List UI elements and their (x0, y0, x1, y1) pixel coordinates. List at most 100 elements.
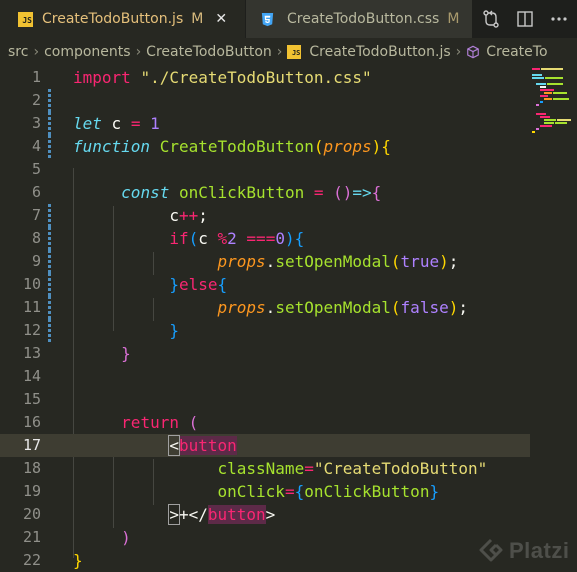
code-text: ) (121, 528, 131, 547)
tab-label: CreateTodoButton.css (287, 11, 440, 27)
minimap-line (536, 104, 539, 106)
code-text: if(c %2 ===0){ (169, 229, 305, 248)
minimap-line (540, 86, 546, 88)
minimap-line (540, 89, 554, 91)
line-number: 22 (22, 551, 41, 569)
css-file-icon (261, 12, 274, 26)
breadcrumb: src › components › CreateTodoButton › JS… (0, 38, 577, 66)
minimap-line (532, 74, 542, 76)
code-text: import "./CreateTodoButton.css" (73, 68, 372, 87)
line-number: 20 (22, 505, 41, 523)
js-file-icon: JS (18, 11, 33, 27)
code-line: 5 (0, 158, 530, 181)
modified-line-marker (48, 250, 51, 273)
breadcrumb-item-folder[interactable]: CreateTodoButton (146, 44, 272, 60)
line-number: 7 (31, 206, 41, 224)
minimap-line (532, 77, 544, 79)
line-number: 1 (31, 68, 41, 86)
code-line: 20 >+</button> (0, 503, 530, 526)
minimap-line (544, 119, 556, 121)
line-number: 3 (31, 114, 41, 132)
minimap-line (544, 98, 552, 100)
chevron-right-icon: › (33, 44, 40, 60)
platzi-watermark: Platzi (478, 538, 569, 564)
modified-line-marker (48, 227, 51, 250)
split-editor-icon[interactable] (515, 9, 535, 29)
chevron-right-icon: › (135, 44, 142, 60)
breadcrumb-item-components[interactable]: components (44, 44, 131, 60)
open-changes-icon[interactable] (481, 9, 501, 29)
code-line: 8 if(c %2 ===0){ (0, 227, 530, 250)
code-line: 10 }else{ (0, 273, 530, 296)
code-text: function CreateTodoButton(props){ (73, 137, 391, 156)
minimap-line (540, 95, 548, 97)
modified-badge: M (191, 11, 204, 27)
minimap-line (544, 122, 554, 124)
minimap-line (547, 83, 563, 85)
line-number: 4 (31, 137, 41, 155)
tab-label: CreateTodoButton.js (42, 11, 184, 27)
line-number: 21 (22, 528, 41, 546)
code-text: const onClickButton = ()=>{ (121, 183, 382, 202)
code-editor[interactable]: 1 import "./CreateTodoButton.css" 2 3 le… (0, 66, 577, 572)
line-number: 12 (22, 321, 41, 339)
line-number: 13 (22, 344, 41, 362)
minimap-line (540, 125, 552, 127)
minimap-line (536, 128, 539, 130)
breadcrumb-item-symbol[interactable]: CreateTo (486, 44, 547, 60)
watermark-text: Platzi (509, 538, 570, 563)
close-icon[interactable]: ✕ (215, 11, 227, 27)
code-line-current: 17 <button (0, 434, 530, 457)
minimap-line (544, 92, 552, 94)
code-text: } (73, 551, 83, 570)
code-line: 9 props.setOpenModal(true); (0, 250, 530, 273)
minimap-line (553, 92, 567, 94)
code-text: props.setOpenModal(true); (217, 252, 459, 271)
code-text: }else{ (169, 275, 228, 294)
chevron-right-icon: › (276, 44, 283, 60)
minimap-line (557, 119, 571, 121)
modified-line-marker (48, 204, 51, 227)
code-text: let c = 1 (73, 114, 160, 133)
line-number: 10 (22, 275, 41, 293)
js-file-icon: JS (287, 45, 302, 59)
minimap-line (536, 83, 546, 85)
modified-line-marker (48, 112, 51, 135)
code-line: 2 (0, 89, 530, 112)
line-number: 11 (22, 298, 41, 316)
line-number: 18 (22, 459, 41, 477)
line-number: 9 (31, 252, 41, 270)
code-text: >+</button> (168, 504, 276, 525)
code-text: <button (168, 435, 237, 456)
minimap[interactable] (530, 66, 577, 572)
code-line: 13 } (0, 342, 530, 365)
code-text: c++; (73, 206, 208, 225)
line-number: 5 (31, 160, 41, 178)
code-line: 19 onClick={onClickButton} (0, 480, 530, 503)
minimap-line (541, 68, 563, 70)
minimap-line (545, 77, 563, 79)
line-number: 14 (22, 367, 41, 385)
code-line: 7 c++; (0, 204, 530, 227)
code-line: 4 function CreateTodoButton(props){ (0, 135, 530, 158)
minimap-line (536, 113, 546, 115)
minimap-line (532, 131, 535, 133)
modified-line-marker (48, 135, 51, 158)
modified-line-marker (48, 296, 51, 319)
breadcrumb-item-file[interactable]: CreateTodoButton.js (309, 44, 450, 60)
tab-create-todo-button-css[interactable]: CreateTodoButton.css M (246, 0, 472, 38)
minimap-line (532, 68, 540, 70)
editor-actions (481, 0, 577, 38)
code-text: } (121, 344, 131, 363)
chevron-right-icon: › (455, 44, 462, 60)
code-line: 14 (0, 365, 530, 388)
code-line: 12 } (0, 319, 530, 342)
tab-create-todo-button-js[interactable]: JS CreateTodoButton.js M ✕ (0, 0, 245, 38)
breadcrumb-item-src[interactable]: src (8, 44, 28, 60)
code-line: 16 return ( (0, 411, 530, 434)
modified-line-marker (48, 89, 51, 112)
code-line: 1 import "./CreateTodoButton.css" (0, 66, 530, 89)
code-line: 11 props.setOpenModal(false); (0, 296, 530, 319)
minimap-line (553, 98, 569, 100)
more-actions-icon[interactable] (549, 9, 569, 29)
